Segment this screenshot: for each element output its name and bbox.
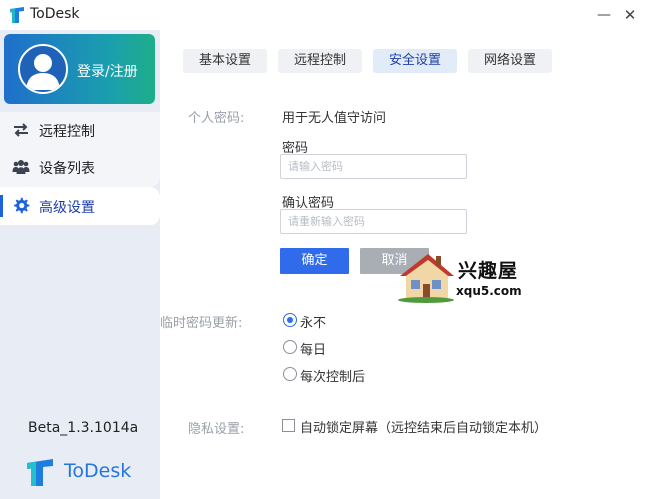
brand-logo: ToDesk <box>24 455 154 489</box>
house-logo-icon <box>398 254 454 303</box>
confirm-button[interactable]: 确定 <box>280 248 349 274</box>
login-label: 登录/注册 <box>77 64 138 80</box>
radio-label: 每次控制后 <box>300 370 366 385</box>
sidebar-item-label: 远程控制 <box>39 124 95 140</box>
personal-password-description: 用于无人值守访问 <box>282 111 387 126</box>
radio-button[interactable] <box>283 313 297 327</box>
tab-network-settings[interactable]: 网络设置 <box>468 49 552 73</box>
title-bar: ToDesk — ✕ <box>0 0 667 30</box>
radio-label: 永不 <box>300 316 327 331</box>
password-input[interactable] <box>280 154 467 179</box>
watermark: 兴趣屋 xqu5.com <box>396 250 536 306</box>
sidebar: 登录/注册 远程控制 设备列表 高级设置 Beta_1.3.1014a ToDe… <box>0 30 160 499</box>
users-icon <box>12 160 30 174</box>
watermark-url: xqu5.com <box>456 284 522 298</box>
radio-button[interactable] <box>283 340 297 354</box>
brand-name: ToDesk <box>64 460 132 482</box>
tab-basic-settings[interactable]: 基本设置 <box>183 49 267 73</box>
avatar-icon <box>18 44 68 94</box>
auto-lock-label: 自动锁定屏幕（远控结束后自动锁定本机） <box>300 421 548 436</box>
window-title: ToDesk <box>30 6 80 22</box>
tab-security-settings[interactable]: 安全设置 <box>373 49 457 73</box>
personal-password-label: 个人密码: <box>188 111 245 126</box>
confirm-password-input[interactable] <box>280 209 467 234</box>
version-label: Beta_1.3.1014a <box>28 420 139 436</box>
radio-label: 每日 <box>300 343 327 358</box>
todesk-logo-icon <box>27 459 53 486</box>
close-button[interactable]: ✕ <box>619 4 641 26</box>
todesk-logo-icon <box>10 7 24 23</box>
tab-remote-control[interactable]: 远程控制 <box>278 49 362 73</box>
sidebar-item-remote-control[interactable]: 远程控制 <box>0 112 160 148</box>
temp-password-label: 临时密码更新: <box>160 316 243 331</box>
auto-lock-checkbox[interactable] <box>282 419 295 432</box>
minimize-button[interactable]: — <box>593 4 615 26</box>
swap-arrows-icon <box>14 123 28 137</box>
radio-button[interactable] <box>283 367 297 381</box>
sidebar-item-advanced-settings[interactable]: 高级设置 <box>0 187 160 225</box>
sidebar-item-label: 高级设置 <box>39 200 95 216</box>
watermark-text: 兴趣屋 <box>458 260 519 282</box>
sidebar-item-label: 设备列表 <box>39 161 95 177</box>
login-card[interactable]: 登录/注册 <box>4 34 155 104</box>
gear-icon <box>14 197 30 214</box>
privacy-settings-label: 隐私设置: <box>188 422 245 437</box>
sidebar-item-device-list[interactable]: 设备列表 <box>0 149 160 185</box>
